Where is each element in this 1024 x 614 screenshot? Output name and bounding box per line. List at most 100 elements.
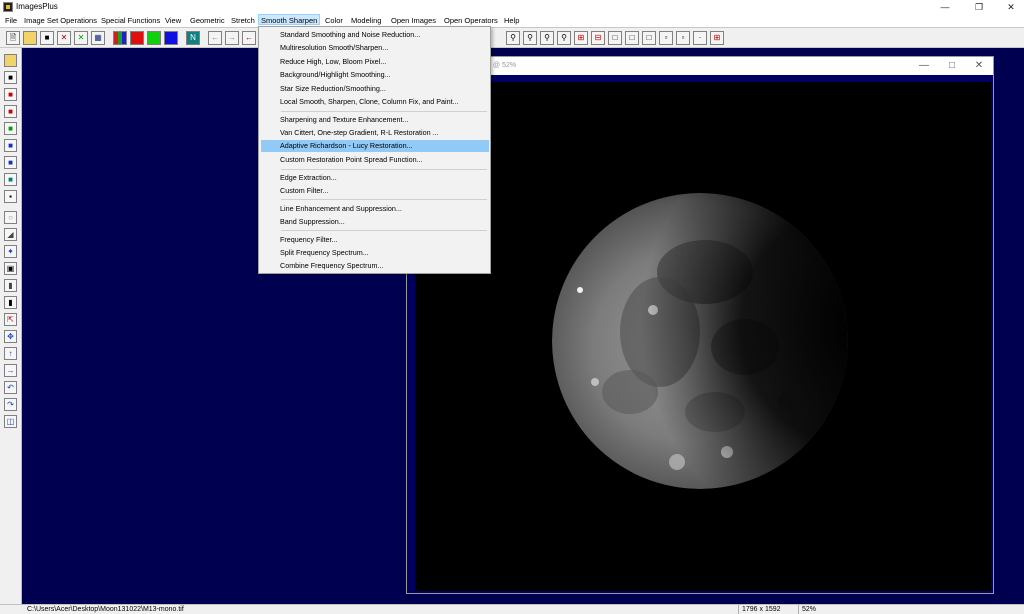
menu-open-images[interactable]: Open Images [389,15,438,26]
menu-item-sharpening-texture[interactable]: Sharpening and Texture Enhancement... [261,114,489,126]
menu-item-local-smooth[interactable]: Local Smooth, Sharpen, Clone, Column Fix… [261,96,489,108]
rotate-left-icon[interactable]: ↶ [4,381,17,394]
red-channel-icon[interactable] [130,31,144,45]
target-square-icon[interactable]: ▣ [4,262,17,275]
flip-icon[interactable]: ◫ [4,415,17,428]
title-bar: ImagesPlus — ❐ ✕ [0,0,1024,14]
menu-color[interactable]: Color [323,15,345,26]
red-square-icon[interactable]: ■ [4,88,17,101]
menu-stretch[interactable]: Stretch [229,15,257,26]
save-disk-icon[interactable]: ■ [40,31,54,45]
status-bar: C:\Users\Acer\Desktop\Moon131022\M13-mon… [0,604,1024,614]
multi-channel-icon[interactable]: ■ [4,156,17,169]
open-folder-icon[interactable] [23,31,37,45]
arrow-right-icon[interactable]: → [4,364,17,377]
menu-item-split-frequency[interactable]: Split Frequency Spectrum... [261,247,489,259]
menu-item-combine-frequency[interactable]: Combine Frequency Spectrum... [261,260,489,272]
undo-icon[interactable]: ← [242,31,256,45]
zoom-actual-icon[interactable]: ⚲ [557,31,571,45]
menu-item-reduce-pixel[interactable]: Reduce High, Low, Bloom Pixel... [261,56,489,68]
menu-separator [281,230,487,231]
grid-icon[interactable]: ⊞ [710,31,724,45]
new-file-icon[interactable]: 🗎 [6,31,20,45]
frame-small-icon[interactable]: □ [642,31,656,45]
menu-item-van-cittert[interactable]: Van Cittert, One-step Gradient, R-L Rest… [261,127,489,139]
menu-image-set-operations[interactable]: Image Set Operations [22,15,99,26]
menu-item-adaptive-richardson-lucy[interactable]: Adaptive Richardson - Lucy Restoration..… [261,140,489,152]
blue-overlay-icon[interactable]: ■ [4,139,17,152]
frame-medium-icon[interactable]: □ [625,31,639,45]
menu-item-star-size[interactable]: Star Size Reduction/Smoothing... [261,83,489,95]
status-dimensions: 1796 x 1592 [738,605,796,614]
minimize-icon[interactable]: — [930,0,960,14]
frame-large-icon[interactable]: □ [608,31,622,45]
star-icon[interactable]: ✦ [4,245,17,258]
menu-item-custom-filter[interactable]: Custom Filter... [261,185,489,197]
menu-separator [281,169,487,170]
menu-geometric[interactable]: Geometric [188,15,227,26]
image-minimize-icon[interactable]: — [913,59,935,73]
bars-icon[interactable]: ▮ [4,279,17,292]
status-file-path: C:\Users\Acer\Desktop\Moon131022\M13-mon… [27,606,184,613]
circle-icon[interactable]: ○ [4,211,17,224]
menu-item-edge-extraction[interactable]: Edge Extraction... [261,172,489,184]
image-maximize-icon[interactable]: □ [941,59,963,73]
zoom-fit-icon[interactable]: ⚲ [540,31,554,45]
image-window-title: @ 52% [493,62,517,69]
window-title: ImagesPlus [16,2,58,11]
menu-item-line-enhancement[interactable]: Line Enhancement and Suppression... [261,203,489,215]
apply-x-icon[interactable]: ✕ [74,31,88,45]
frame-dot-icon[interactable]: · [693,31,707,45]
arrow-right-icon[interactable]: → [225,31,239,45]
image-window: @ 52% — □ ✕ [406,56,994,594]
rotate-right-icon[interactable]: ↷ [4,398,17,411]
arrow-left-icon[interactable]: ← [208,31,222,45]
black-bar-icon[interactable]: ▮ [4,296,17,309]
menu-special-functions[interactable]: Special Functions [99,15,162,26]
menu-item-standard-smoothing[interactable]: Standard Smoothing and Noise Reduction..… [261,29,489,41]
menu-separator [281,199,487,200]
crop-icon[interactable]: ⇱ [4,313,17,326]
menu-open-operators[interactable]: Open Operators [442,15,500,26]
rgb-channels-icon[interactable] [113,31,127,45]
menu-file[interactable]: File [3,15,19,26]
minus-box-icon[interactable]: ⊟ [591,31,605,45]
left-toolbar: ■ ■ ■ ■ ■ ■ ■ ▪ ○ ◢ ✦ ▣ ▮ ▮ ⇱ ✥ ↑ → ↶ ↷ … [0,48,22,604]
restore-icon[interactable]: ❐ [964,0,994,14]
small-square-icon[interactable]: ▪ [4,190,17,203]
move-icon[interactable]: ✥ [4,330,17,343]
menu-item-background-highlight[interactable]: Background/Highlight Smoothing... [261,69,489,81]
luminance-icon[interactable]: N [186,31,200,45]
menu-item-multiresolution[interactable]: Multiresolution Smooth/Sharpen... [261,42,489,54]
green-channel-icon[interactable] [147,31,161,45]
blue-channel-icon[interactable] [164,31,178,45]
gradient-icon[interactable]: ◢ [4,228,17,241]
menu-modeling[interactable]: Modeling [349,15,383,26]
image-frame [407,75,993,593]
frame-tiny-icon[interactable]: ▫ [676,31,690,45]
menu-separator [281,111,487,112]
menu-help[interactable]: Help [502,15,521,26]
green-overlay-icon[interactable]: ■ [4,122,17,135]
close-icon[interactable]: ✕ [996,0,1024,14]
close-x-icon[interactable]: ✕ [57,31,71,45]
image-close-icon[interactable]: ✕ [968,59,990,73]
menu-view[interactable]: View [163,15,183,26]
arrow-up-icon[interactable]: ↑ [4,347,17,360]
black-square-icon[interactable]: ■ [4,71,17,84]
save-icon[interactable] [4,54,17,67]
moon-image[interactable] [415,82,991,591]
menu-item-custom-psf[interactable]: Custom Restoration Point Spread Function… [261,154,489,166]
zoom-in-icon[interactable]: ⚲ [506,31,520,45]
menu-bar: File Image Set Operations Special Functi… [0,14,1024,27]
channel-combine-icon[interactable]: ■ [4,173,17,186]
image-window-titlebar[interactable]: @ 52% — □ ✕ [407,57,993,75]
settings-icon[interactable]: ▦ [91,31,105,45]
zoom-out-icon[interactable]: ⚲ [523,31,537,45]
plus-box-icon[interactable]: ⊞ [574,31,588,45]
menu-smooth-sharpen[interactable]: Smooth Sharpen [258,14,321,25]
menu-item-band-suppression[interactable]: Band Suppression... [261,216,489,228]
menu-item-frequency-filter[interactable]: Frequency Filter... [261,234,489,246]
red-overlay-icon[interactable]: ■ [4,105,17,118]
frame-smaller-icon[interactable]: ▫ [659,31,673,45]
